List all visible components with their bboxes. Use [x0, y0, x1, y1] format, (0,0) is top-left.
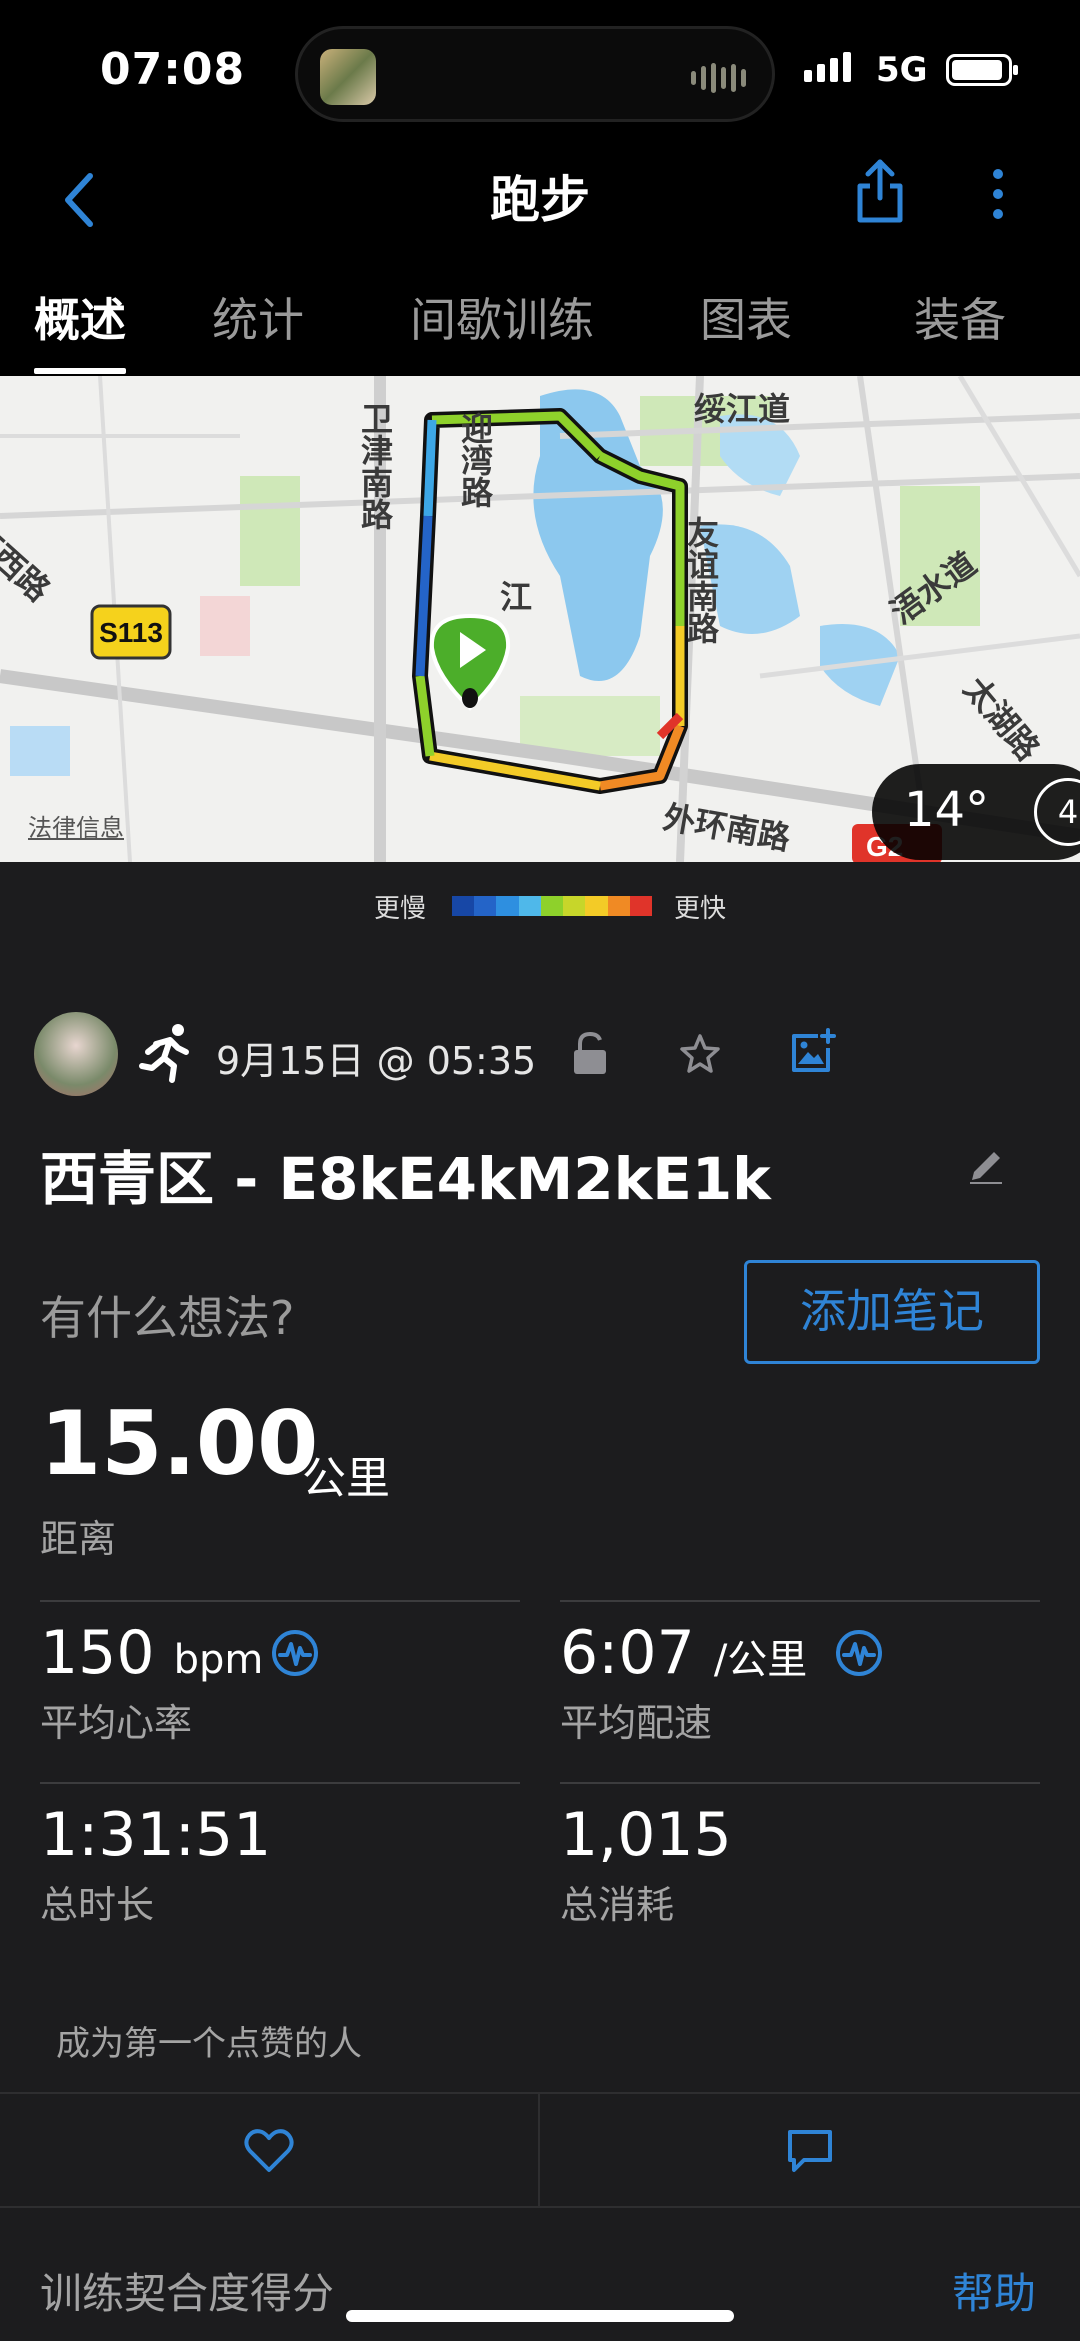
legend-fast-label: 更快 [674, 894, 727, 924]
activity-date: 9月15日 @ 05:35 [216, 1039, 537, 1083]
share-button[interactable] [852, 154, 908, 226]
more-options-button[interactable] [980, 158, 1016, 230]
edit-pencil-icon[interactable] [966, 1146, 1006, 1186]
duration-label: 总时长 [40, 1883, 155, 1927]
divider [40, 1782, 520, 1784]
pace-pulse-icon[interactable] [834, 1628, 884, 1678]
map-label-youyi: 友谊南路 [682, 516, 720, 644]
avg-hr-label: 平均心率 [40, 1701, 193, 1745]
thoughts-prompt[interactable]: 有什么想法? [40, 1282, 294, 1348]
add-photo-icon[interactable] [790, 1028, 836, 1074]
map-label-jiang: 江 [500, 578, 533, 616]
social-action-bar [0, 2092, 1080, 2208]
weather-temperature: 14° [904, 782, 990, 838]
avg-hr-stat: 150 bpm [40, 1618, 263, 1688]
speed-color-scale [452, 896, 652, 916]
avg-pace-value: 6:07 [560, 1618, 695, 1688]
add-note-button[interactable]: 添加笔记 [744, 1260, 1040, 1364]
tab-intervals[interactable]: 间歇训练 [410, 284, 594, 350]
tab-bar: 概述 统计 间歇训练 图表 装备 [0, 260, 1080, 376]
battery-icon [946, 54, 1018, 86]
legal-info-link[interactable]: 法律信息 [28, 808, 124, 843]
activity-content: 9月15日 @ 05:35 西青区 - E8kE4kM2kE1k 有什么想法? … [0, 952, 1080, 2341]
avg-hr-unit: bpm [173, 1637, 264, 1683]
avg-pace-unit: /公里 [713, 1637, 808, 1683]
active-tab-indicator [34, 368, 126, 374]
distance-unit: 公里 [302, 1453, 390, 1504]
tab-gear[interactable]: 装备 [914, 284, 1006, 350]
status-time: 07:08 [100, 44, 246, 95]
distance-value: 15.00 [40, 1392, 319, 1495]
help-link[interactable]: 帮助 [952, 2260, 1036, 2321]
home-indicator[interactable] [346, 2310, 734, 2322]
running-icon [139, 1024, 189, 1083]
comment-icon [788, 2130, 832, 2172]
divider [560, 1782, 1040, 1784]
map-label-yingwan: 迎湾路 [456, 412, 494, 508]
training-fit-score-title: 训练契合度得分 [40, 2269, 335, 2318]
wind-speed-icon: 4 [1034, 778, 1080, 846]
more-vertical-icon [993, 169, 1003, 219]
comment-button[interactable] [540, 2094, 1080, 2206]
tab-overview[interactable]: 概述 [34, 284, 126, 350]
first-like-prompt: 成为第一个点赞的人 [56, 2024, 362, 2064]
distance-label: 距离 [40, 1517, 117, 1561]
dynamic-island[interactable] [295, 26, 775, 122]
now-playing-thumbnail [320, 49, 376, 105]
cellular-signal-icon [804, 52, 851, 82]
speed-legend: 更慢 更快 [0, 862, 1080, 952]
activity-title: 西青区 - E8kE4kM2kE1k [40, 1145, 771, 1213]
nav-header: 跑步 [0, 140, 1080, 260]
share-icon [857, 159, 903, 223]
avg-pace-label: 平均配速 [560, 1701, 713, 1745]
avg-hr-value: 150 [40, 1618, 155, 1688]
calories-value: 1,015 [560, 1800, 732, 1870]
route-map[interactable]: S113 G2 绥江道 卫津南路 迎湾路 江 友谊南路 环西路 浯水道 太湖路 … [0, 376, 1080, 862]
lock-open-icon[interactable] [572, 1032, 608, 1076]
avatar[interactable] [34, 1012, 118, 1096]
page-title: 跑步 [490, 171, 590, 229]
heart-icon [244, 2129, 294, 2172]
s113-shield-label: S113 [99, 617, 163, 648]
like-button[interactable] [0, 2094, 538, 2206]
duration-value: 1:31:51 [40, 1800, 272, 1870]
audio-waveform-icon [691, 63, 746, 93]
star-icon[interactable] [678, 1032, 722, 1076]
map-label-weijin: 卫津南路 [356, 402, 394, 530]
tab-charts[interactable]: 图表 [700, 284, 792, 350]
calories-label: 总消耗 [560, 1883, 675, 1927]
tab-stats[interactable]: 统计 [212, 284, 304, 350]
heart-rate-pulse-icon[interactable] [270, 1628, 320, 1678]
divider [560, 1600, 1040, 1602]
network-type: 5G [876, 50, 928, 90]
legend-slow-label: 更慢 [374, 894, 427, 924]
avg-pace-stat: 6:07 /公里 [560, 1618, 807, 1688]
divider [40, 1600, 520, 1602]
weather-badge[interactable]: 14° 4 [872, 764, 1080, 860]
map-label-suijiang: 绥江道 [694, 390, 791, 428]
status-bar: 07:08 5G [0, 0, 1080, 140]
